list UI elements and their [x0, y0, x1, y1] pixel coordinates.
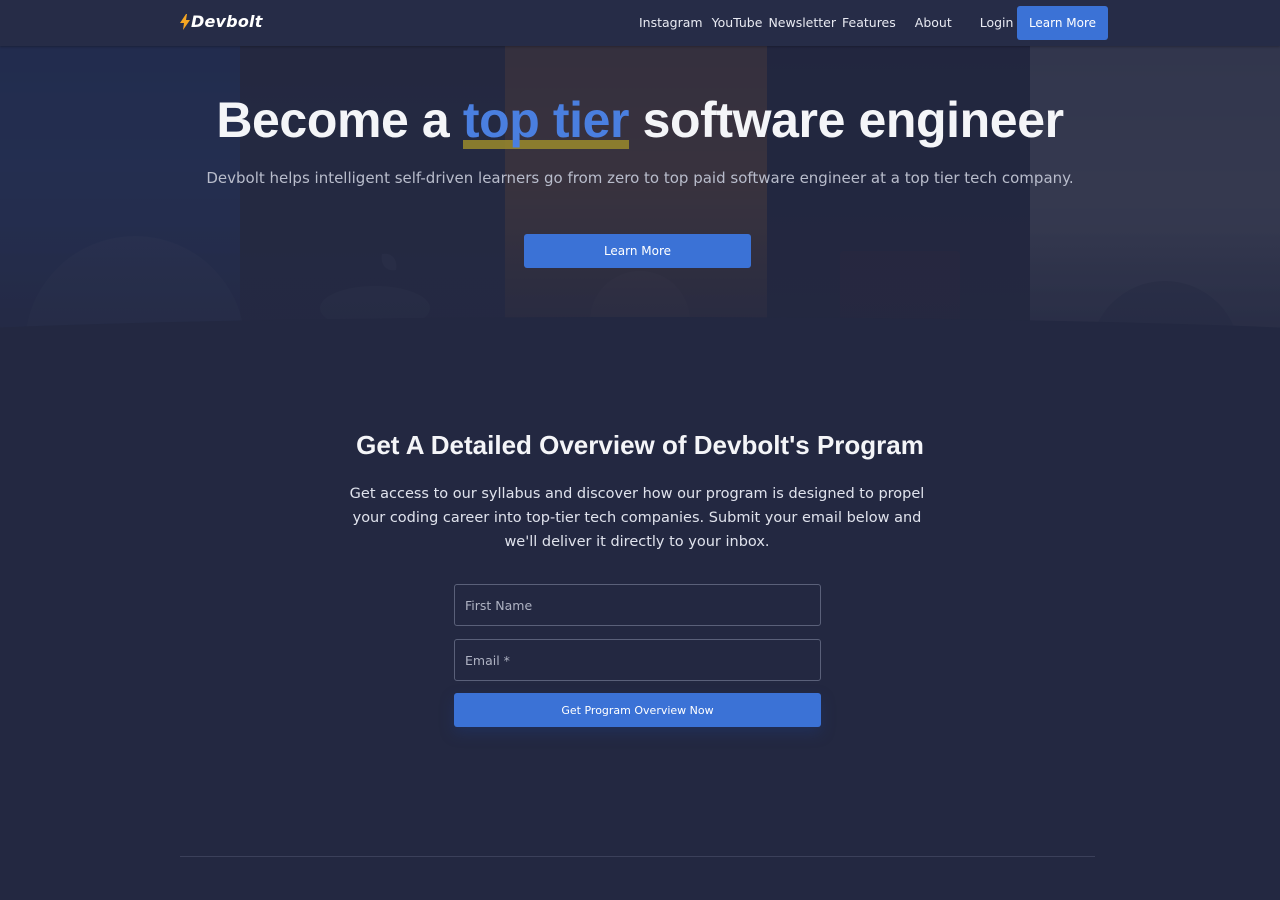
first-name-input[interactable] — [454, 584, 821, 626]
get-program-overview-button[interactable]: Get Program Overview Now — [454, 693, 821, 727]
hero-title: Become a top tier software engineer — [0, 91, 1280, 149]
hero-curve-divider — [0, 317, 1280, 346]
overview-description: Get access to our syllabus and discover … — [349, 486, 925, 550]
nav-links: Instagram YouTube Newsletter Features Ab… — [639, 15, 1013, 30]
hero-title-highlight: top tier — [462, 92, 630, 149]
nav-link-instagram[interactable]: Instagram — [639, 15, 703, 30]
hero-title-after: software engineer — [629, 92, 1065, 148]
hero-subtitle: Devbolt helps intelligent self-driven le… — [206, 169, 1074, 187]
nav-link-youtube[interactable]: YouTube — [712, 15, 763, 30]
nav-learn-more-button[interactable]: Learn More — [1017, 6, 1108, 40]
hero-section: Become a top tier software engineer Devb… — [0, 46, 1280, 346]
overview-title: Get A Detailed Overview of Devbolt's Pro… — [356, 430, 924, 460]
brand-name: Devbolt — [191, 12, 263, 31]
brand-logo[interactable]: Devbolt — [180, 12, 263, 31]
nav-link-newsletter[interactable]: Newsletter — [768, 15, 836, 30]
nav-link-features[interactable]: Features — [842, 15, 896, 30]
hero-title-before: Become a — [216, 92, 463, 148]
hero-learn-more-button[interactable]: Learn More — [524, 234, 751, 268]
navbar: Devbolt Instagram YouTube Newsletter Fea… — [0, 0, 1280, 46]
nav-link-about[interactable]: About — [915, 15, 952, 30]
lightning-bolt-icon — [180, 13, 190, 30]
nav-link-login[interactable]: Login — [980, 15, 1014, 30]
email-input[interactable] — [454, 639, 821, 681]
footer-divider — [180, 856, 1095, 857]
